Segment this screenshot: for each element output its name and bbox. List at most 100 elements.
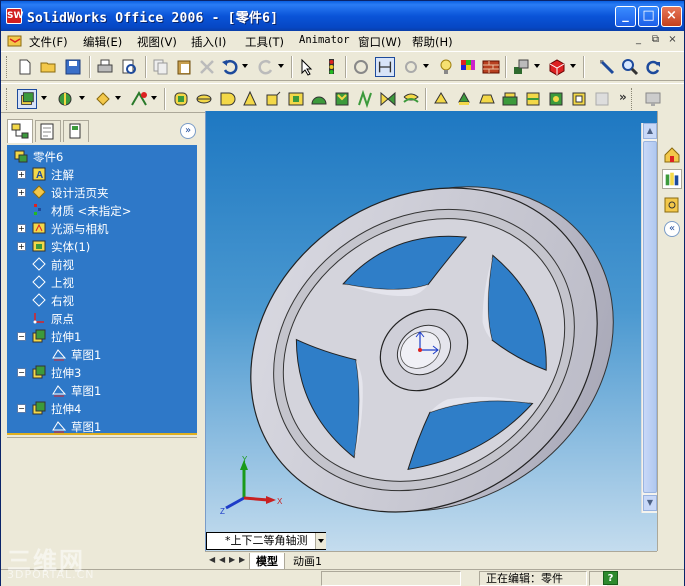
minimize-button[interactable]: _ bbox=[615, 6, 636, 27]
tree-item[interactable]: + 光源与相机 bbox=[11, 219, 191, 237]
print-icon[interactable] bbox=[95, 57, 115, 77]
scroll-down-arrow[interactable]: ▼ bbox=[643, 495, 657, 511]
appearance-dropdown[interactable] bbox=[534, 64, 540, 68]
tab-feature-manager[interactable] bbox=[7, 119, 33, 143]
print-preview-icon[interactable] bbox=[119, 57, 139, 77]
menu-view[interactable]: 视图(V) bbox=[137, 34, 177, 50]
title-bar[interactable]: SW SolidWorks Office 2006 - [零件6] _ □ × bbox=[1, 1, 684, 31]
render-icon[interactable] bbox=[547, 57, 567, 77]
split-icon[interactable] bbox=[546, 89, 566, 109]
redo-icon[interactable] bbox=[256, 57, 276, 77]
fillet-icon[interactable] bbox=[171, 89, 191, 109]
help-icon[interactable]: ? bbox=[603, 571, 618, 585]
refresh-icon[interactable] bbox=[643, 57, 663, 77]
menu-window[interactable]: 窗口(W) bbox=[358, 34, 401, 50]
undo-icon[interactable] bbox=[220, 57, 240, 77]
home-icon[interactable] bbox=[662, 145, 682, 165]
tab-property-manager[interactable] bbox=[35, 120, 61, 142]
revolve-boss-icon[interactable] bbox=[55, 89, 75, 109]
tree-item[interactable]: 草图1 bbox=[11, 417, 191, 435]
surface-icon[interactable] bbox=[431, 89, 451, 109]
render-dropdown[interactable] bbox=[570, 64, 576, 68]
tab-animation[interactable]: 动画1 bbox=[293, 553, 322, 569]
menu-animator[interactable]: Animator bbox=[299, 34, 350, 46]
tree-item[interactable]: − 拉伸4 bbox=[11, 399, 191, 417]
color-palette-icon[interactable] bbox=[458, 57, 478, 77]
redo-dropdown[interactable] bbox=[278, 64, 284, 68]
mdi-restore-button[interactable]: ⧉ bbox=[648, 33, 663, 47]
view-orientation-dropdown[interactable] bbox=[315, 533, 326, 549]
appearance-icon[interactable] bbox=[511, 57, 531, 77]
open-icon[interactable] bbox=[39, 57, 59, 77]
revolve-dropdown[interactable] bbox=[79, 96, 85, 100]
zoom-icon[interactable] bbox=[620, 57, 640, 77]
thicken-icon[interactable] bbox=[500, 89, 520, 109]
tree-item[interactable]: − 拉伸3 bbox=[11, 363, 191, 381]
disabled-feature-icon[interactable] bbox=[592, 89, 612, 109]
view-orientation-label[interactable]: *上下二等角轴测 bbox=[206, 532, 326, 550]
expand-toggle[interactable]: + bbox=[17, 242, 26, 251]
tree-item[interactable]: 原点 bbox=[11, 309, 191, 327]
tab-nav-last[interactable]: ▶ bbox=[239, 555, 245, 564]
snap-icon[interactable] bbox=[375, 57, 395, 77]
tree-root[interactable]: 零件6 bbox=[11, 147, 191, 165]
close-button[interactable]: × bbox=[661, 6, 682, 27]
measure-icon[interactable] bbox=[597, 57, 617, 77]
light-bulb-icon[interactable] bbox=[436, 57, 456, 77]
collapse-toggle[interactable]: − bbox=[17, 368, 26, 377]
tree-item[interactable]: 右视 bbox=[11, 291, 191, 309]
tab-nav-first[interactable]: ◀ bbox=[209, 555, 215, 564]
menu-tools[interactable]: 工具(T) bbox=[245, 34, 284, 50]
scroll-thumb[interactable] bbox=[643, 141, 657, 493]
file-explorer-icon[interactable] bbox=[662, 195, 682, 215]
rib-icon[interactable] bbox=[217, 89, 237, 109]
save-icon[interactable] bbox=[63, 57, 83, 77]
options-icon[interactable] bbox=[351, 57, 371, 77]
move-face-icon[interactable] bbox=[454, 89, 474, 109]
undo-dropdown[interactable] bbox=[242, 64, 248, 68]
dome-icon[interactable] bbox=[309, 89, 329, 109]
design-library-icon[interactable] bbox=[662, 169, 682, 189]
menu-file[interactable]: 文件(F) bbox=[29, 34, 68, 50]
graphics-viewport[interactable]: Y Z X bbox=[205, 111, 657, 551]
extrude-dropdown[interactable] bbox=[41, 96, 47, 100]
collapse-toggle[interactable]: − bbox=[17, 404, 26, 413]
tree-item[interactable]: 材质 <未指定> bbox=[11, 201, 191, 219]
toolbar-overflow-chevron[interactable]: » bbox=[619, 90, 627, 104]
monitor-icon[interactable] bbox=[643, 89, 663, 109]
toolbar-grip[interactable] bbox=[6, 56, 9, 78]
feature-dropdown[interactable] bbox=[115, 96, 121, 100]
mdi-close-button[interactable]: × bbox=[665, 33, 680, 47]
cut-icon[interactable] bbox=[569, 89, 589, 109]
menu-help[interactable]: 帮助(H) bbox=[412, 34, 453, 50]
flex-icon[interactable] bbox=[332, 89, 352, 109]
draft-icon[interactable] bbox=[263, 89, 283, 109]
tree-item[interactable]: + 设计活页夹 bbox=[11, 183, 191, 201]
knit-icon[interactable] bbox=[523, 89, 543, 109]
maximize-button[interactable]: □ bbox=[638, 6, 659, 27]
new-icon[interactable] bbox=[15, 57, 35, 77]
copy-icon[interactable] bbox=[151, 57, 171, 77]
tab-configuration-manager[interactable] bbox=[63, 120, 89, 142]
delete-icon[interactable] bbox=[197, 57, 217, 77]
brick-icon[interactable] bbox=[481, 57, 501, 77]
tree-item[interactable]: + 实体(1) bbox=[11, 237, 191, 255]
scroll-up-arrow[interactable]: ▲ bbox=[643, 123, 657, 139]
pattern-icon[interactable] bbox=[355, 89, 375, 109]
shape-icon[interactable] bbox=[401, 89, 421, 109]
hole-wizard-icon[interactable] bbox=[286, 89, 306, 109]
sketch-tool-icon[interactable] bbox=[129, 89, 149, 109]
tab-model[interactable]: 模型 bbox=[249, 553, 285, 570]
tree-item[interactable]: 草图1 bbox=[11, 345, 191, 363]
tree-item[interactable]: 前视 bbox=[11, 255, 191, 273]
expand-toggle[interactable]: + bbox=[17, 224, 26, 233]
view-settings-dropdown[interactable] bbox=[423, 64, 429, 68]
task-pane-collapse-button[interactable]: « bbox=[664, 221, 680, 237]
expand-toggle[interactable]: + bbox=[17, 170, 26, 179]
menu-edit[interactable]: 编辑(E) bbox=[83, 34, 122, 50]
view-settings-icon[interactable] bbox=[401, 57, 421, 77]
feature-dropdown-icon[interactable] bbox=[93, 89, 113, 109]
toolbar-grip[interactable] bbox=[6, 88, 9, 110]
tree-item[interactable]: 上视 bbox=[11, 273, 191, 291]
panel-collapse-button[interactable]: » bbox=[180, 123, 196, 139]
